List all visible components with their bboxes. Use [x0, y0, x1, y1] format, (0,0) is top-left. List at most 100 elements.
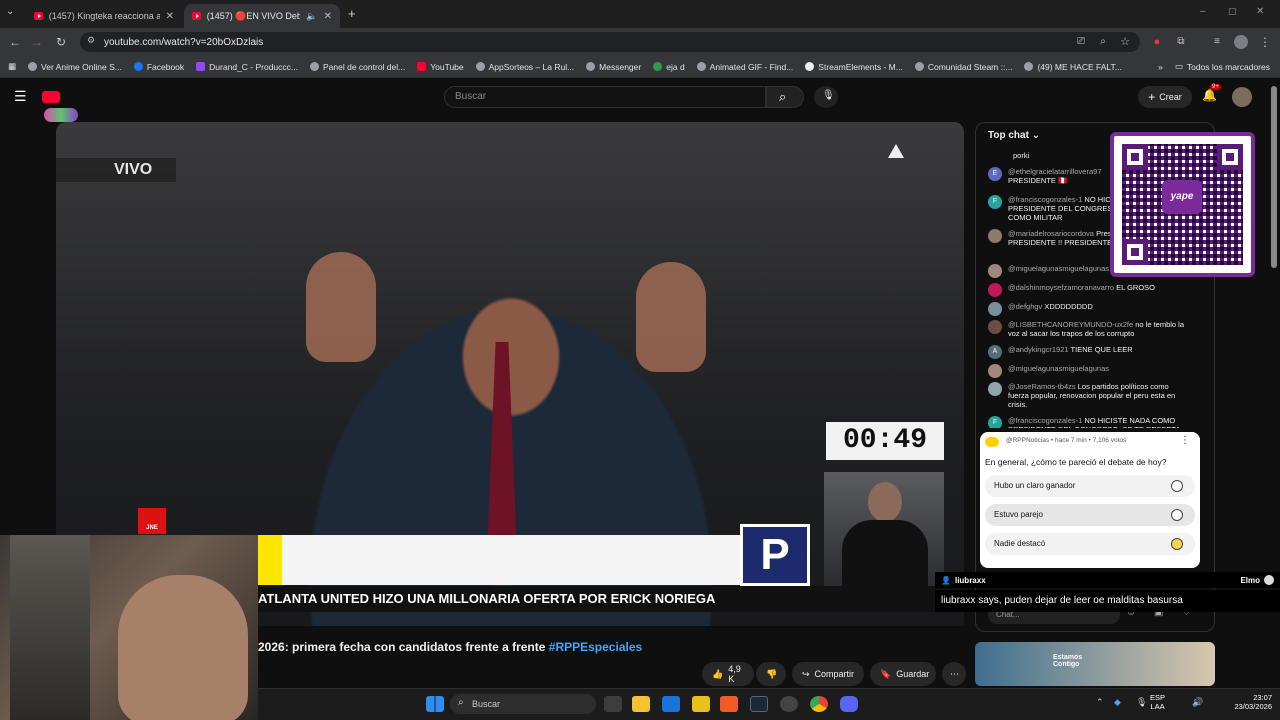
poll-option[interactable]: Estuvo parejo	[985, 504, 1195, 526]
bookmarks-overflow-icon[interactable]: »	[1152, 62, 1169, 72]
forward-arrow-icon[interactable]: →	[28, 33, 46, 51]
app-yellow-icon[interactable]	[692, 696, 710, 712]
system-clock[interactable]: 23:07 23/03/2026	[1222, 693, 1272, 711]
bookmark-item[interactable]: StreamElements - M...	[799, 62, 909, 72]
minimize-icon[interactable]: –	[1200, 6, 1206, 17]
search-icon: ⌕	[458, 697, 464, 708]
chat-message: @defghgv XDDDDDDDD	[988, 302, 1188, 316]
site-info-icon[interactable]: ⚙	[87, 35, 95, 46]
cast-icon[interactable]: ⎚	[1072, 33, 1090, 51]
media-controls-icon[interactable]: ≡	[1208, 33, 1226, 51]
bookmark-item[interactable]: Facebook	[128, 62, 190, 72]
windows-taskbar	[258, 688, 1280, 720]
steam-icon[interactable]	[750, 696, 768, 712]
profile-avatar[interactable]	[1232, 33, 1250, 51]
maximize-icon[interactable]: ▢	[1228, 6, 1237, 17]
bookmark-icon: 🔖	[880, 668, 892, 679]
qr-finder-tr	[1217, 144, 1243, 170]
address-bar[interactable]: ⚙ youtube.com/watch?v=20bOxDzlais	[80, 32, 1140, 52]
app-gear-icon[interactable]	[780, 696, 798, 712]
outlook-icon[interactable]	[662, 696, 680, 712]
language-indicator[interactable]: ESP LAA	[1150, 693, 1165, 711]
radio-icon	[1171, 509, 1183, 521]
extension-icon[interactable]: ●	[1148, 33, 1166, 51]
sidebar-ad[interactable]: Estamos Contigo	[975, 642, 1215, 686]
browser-menu-icon[interactable]: ⋮	[1256, 33, 1274, 51]
reload-icon[interactable]: ↻	[52, 33, 70, 51]
youtube-logo[interactable]	[42, 88, 98, 122]
chrome-icon[interactable]	[810, 696, 828, 712]
chat-mode-dropdown[interactable]: Top chat ⌄	[988, 130, 1040, 141]
zoom-icon[interactable]: ⌕	[1094, 33, 1112, 51]
sign-language-interpreter	[824, 472, 944, 586]
poll-option[interactable]: Nadie destacó	[985, 533, 1195, 555]
rpp-logo: P	[740, 524, 810, 586]
tab-en-vivo-debate[interactable]: (1457) 🔴EN VIVO Debate 🔈 ✕	[184, 4, 340, 28]
search-button[interactable]: ⌕	[766, 86, 804, 108]
bookmark-item[interactable]: (49) ME HACE FALT...	[1018, 62, 1127, 72]
stream-overlay-bar: 👤 liubraxx Elmo	[935, 572, 1280, 588]
hamburger-menu-icon[interactable]: ☰	[14, 88, 27, 105]
share-button[interactable]: ↪ Compartir	[792, 662, 864, 686]
close-window-icon[interactable]: ✕	[1256, 6, 1264, 17]
bookmark-item[interactable]: YouTube	[411, 62, 469, 72]
chat-message: F@franciscogonzales-1 NO HICISTE NADA CO…	[988, 416, 1188, 428]
tab-list-icon[interactable]: ⌄	[6, 6, 14, 17]
voice-search-button[interactable]: 🎙	[814, 86, 838, 108]
microphone-icon[interactable]: 🎙	[1136, 697, 1147, 708]
volume-icon[interactable]: 🔊	[1192, 697, 1203, 708]
channel-avatar[interactable]	[1232, 87, 1252, 107]
all-bookmarks-folder[interactable]: ▭ Todos los marcadores	[1169, 61, 1280, 72]
debate-timer: 00:49	[826, 422, 944, 460]
bookmark-item[interactable]: Comunidad Steam ::...	[909, 62, 1019, 72]
messenger-icon	[586, 62, 596, 71]
brave-icon[interactable]	[720, 696, 738, 712]
youtube-search-input[interactable]: Buscar	[444, 86, 766, 108]
hashtag-link[interactable]: #RPPEspeciales	[549, 640, 642, 654]
poll-menu-icon[interactable]: ⋮	[1180, 435, 1190, 446]
close-tab-icon[interactable]: ✕	[166, 11, 174, 22]
microphone-icon: 🎙	[822, 90, 835, 101]
task-view-icon[interactable]	[604, 696, 622, 712]
youtube-favicon-icon	[192, 12, 201, 20]
new-tab-button[interactable]: +	[348, 6, 356, 21]
tab-kingteka[interactable]: (1457) Kingteka reacciona al de ✕	[26, 4, 182, 28]
chat-message: @LISBETHCANOREYMUNDO-ux2fe no le temblo …	[988, 320, 1188, 338]
tray-chevron-icon[interactable]: ⌃	[1096, 697, 1104, 708]
back-arrow-icon[interactable]: ←	[6, 33, 24, 51]
bookmark-item[interactable]: Ver Anime Online S...	[22, 62, 128, 72]
page-scrollbar[interactable]	[1271, 86, 1277, 268]
poll-meta: @RPPNoticias • hace 7 min • 7,106 votos	[1006, 437, 1127, 444]
thumbs-down-icon: 👎	[766, 668, 778, 679]
save-button[interactable]: 🔖 Guardar	[870, 662, 936, 686]
tab-label: (1457) Kingteka reacciona al de	[48, 11, 160, 21]
more-actions-button[interactable]: ⋯	[942, 662, 966, 686]
create-button[interactable]: + Crear	[1138, 86, 1192, 108]
share-icon: ↪	[802, 668, 810, 679]
poll-option[interactable]: Hubo un claro ganador	[985, 475, 1195, 497]
speaker-icon[interactable]: 🔈	[306, 11, 317, 22]
bookmark-item[interactable]: AppSorteos – La Rul...	[470, 62, 581, 72]
avatar	[988, 283, 1002, 297]
apps-grid-icon[interactable]: ▦	[0, 61, 22, 72]
bookmark-star-icon[interactable]: ☆	[1116, 33, 1134, 51]
file-explorer-icon[interactable]	[632, 696, 650, 712]
search-icon: ⌕	[779, 89, 787, 104]
bookmark-item[interactable]: Panel de control del...	[304, 62, 411, 72]
bookmark-item[interactable]: Animated GIF - Find...	[691, 62, 800, 72]
dislike-button[interactable]: 👎	[756, 662, 786, 686]
taskbar-search[interactable]: Buscar	[450, 694, 596, 714]
windows-start-icon[interactable]	[426, 696, 444, 712]
extensions-puzzle-icon[interactable]: ⧉	[1172, 33, 1190, 51]
bookmark-item[interactable]: eja d	[647, 62, 690, 72]
bookmark-item[interactable]: Durand_C - Produccc...	[190, 62, 304, 72]
tray-app-icon[interactable]: ◆	[1114, 697, 1121, 708]
like-button[interactable]: 👍 4,9 K	[702, 662, 754, 686]
close-tab-icon[interactable]: ✕	[324, 11, 332, 22]
hand-right	[636, 262, 706, 372]
notifications-bell-icon[interactable]: 🔔	[1202, 88, 1217, 102]
avatar	[988, 264, 1002, 278]
avatar	[988, 364, 1002, 378]
bookmark-item[interactable]: Messenger	[580, 62, 647, 72]
discord-icon[interactable]	[840, 696, 858, 712]
